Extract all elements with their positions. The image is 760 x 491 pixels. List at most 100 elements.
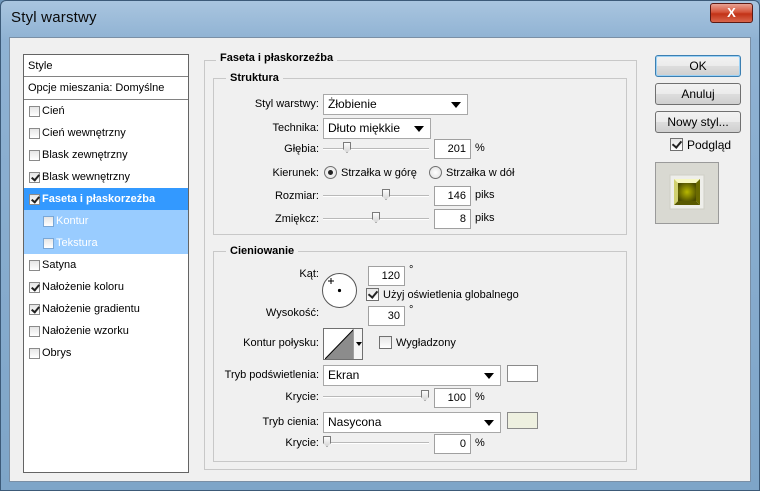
technique-label: Technika: bbox=[272, 122, 319, 134]
close-button[interactable]: X bbox=[710, 3, 753, 23]
list-item-texture[interactable]: Tekstura bbox=[24, 232, 188, 254]
highlight-opacity-slider-thumb[interactable] bbox=[421, 390, 429, 401]
list-item-bevel-emboss[interactable]: Faseta i płaskorzeźba bbox=[24, 188, 188, 210]
chevron-down-icon bbox=[484, 420, 494, 426]
soften-slider-thumb[interactable] bbox=[372, 212, 380, 223]
list-item-satin[interactable]: Satyna bbox=[24, 254, 188, 276]
size-label: Rozmiar: bbox=[274, 190, 319, 202]
shadow-opacity-slider[interactable] bbox=[323, 436, 429, 448]
list-item-contour[interactable]: Kontur bbox=[24, 210, 188, 232]
inner-glow-checkbox[interactable] bbox=[29, 172, 40, 183]
highlight-mode-select[interactable]: Ekran bbox=[323, 365, 501, 386]
bevel-emboss-title: Faseta i płaskorzeźba bbox=[216, 52, 338, 64]
style-select[interactable]: Żłobienie bbox=[323, 94, 468, 115]
gloss-contour-picker[interactable] bbox=[323, 328, 363, 360]
drop-shadow-checkbox[interactable] bbox=[29, 106, 40, 117]
antialias-label[interactable]: Wygładzony bbox=[396, 337, 456, 349]
style-label: Styl warstwy: bbox=[254, 98, 319, 110]
dialog-body: Style Opcje mieszania: Domyślne Cień Cie… bbox=[9, 37, 751, 482]
shadow-color-swatch[interactable] bbox=[507, 412, 538, 429]
highlight-color-swatch[interactable] bbox=[507, 365, 538, 382]
direction-up-radio[interactable] bbox=[324, 166, 337, 179]
contour-checkbox[interactable] bbox=[43, 216, 54, 227]
list-item-pattern-overlay[interactable]: Nałożenie wzorku bbox=[24, 320, 188, 342]
direction-down-radio[interactable] bbox=[429, 166, 442, 179]
angle-input[interactable]: 120 bbox=[368, 266, 405, 286]
highlight-opacity-slider[interactable] bbox=[323, 390, 429, 402]
list-item-stroke[interactable]: Obrys bbox=[24, 342, 188, 364]
direction-label: Kierunek: bbox=[272, 167, 319, 179]
depth-input[interactable]: 201 bbox=[434, 139, 471, 159]
gloss-contour-dropdown[interactable] bbox=[353, 329, 362, 359]
gloss-contour-label: Kontur połysku: bbox=[243, 337, 319, 349]
shadow-mode-label: Tryb cienia: bbox=[262, 416, 319, 428]
preview-label[interactable]: Podgląd bbox=[687, 138, 731, 152]
size-unit: piks bbox=[475, 189, 495, 201]
size-slider[interactable] bbox=[323, 189, 429, 201]
altitude-input[interactable]: 30 bbox=[368, 306, 405, 326]
preview-checkbox[interactable] bbox=[670, 138, 683, 151]
antialias-checkbox[interactable] bbox=[379, 336, 392, 349]
angle-label: Kąt: bbox=[299, 268, 319, 280]
color-overlay-checkbox[interactable] bbox=[29, 282, 40, 293]
blending-options-item[interactable]: Opcje mieszania: Domyślne bbox=[24, 77, 188, 100]
shadow-opacity-unit: % bbox=[475, 437, 485, 449]
global-light-label[interactable]: Użyj oświetlenia globalnego bbox=[383, 289, 519, 301]
soften-slider[interactable] bbox=[323, 212, 429, 224]
global-light-checkbox[interactable] bbox=[366, 288, 379, 301]
direction-down-label[interactable]: Strzałka w dół bbox=[446, 167, 514, 179]
shadow-opacity-input[interactable]: 0 bbox=[434, 434, 471, 454]
pattern-overlay-checkbox[interactable] bbox=[29, 326, 40, 337]
technique-select[interactable]: Dłuto miękkie bbox=[323, 118, 431, 139]
depth-unit: % bbox=[475, 142, 485, 154]
layer-style-dialog: Styl warstwy X Style Opcje mieszania: Do… bbox=[0, 0, 760, 491]
satin-checkbox[interactable] bbox=[29, 260, 40, 271]
outer-glow-checkbox[interactable] bbox=[29, 150, 40, 161]
new-style-button[interactable]: Nowy styl... bbox=[655, 111, 741, 133]
style-preview bbox=[655, 162, 719, 224]
highlight-opacity-input[interactable]: 100 bbox=[434, 388, 471, 408]
soften-input[interactable]: 8 bbox=[434, 209, 471, 229]
size-slider-thumb[interactable] bbox=[382, 189, 390, 200]
cancel-button[interactable]: Anuluj bbox=[655, 83, 741, 105]
chevron-down-icon bbox=[451, 102, 461, 108]
list-item-gradient-overlay[interactable]: Nałożenie gradientu bbox=[24, 298, 188, 320]
structure-title: Struktura bbox=[226, 72, 283, 84]
list-item-inner-shadow[interactable]: Cień wewnętrzny bbox=[24, 122, 188, 144]
size-input[interactable]: 146 bbox=[434, 186, 471, 206]
preview-swatch-icon bbox=[669, 174, 705, 210]
depth-label: Głębia: bbox=[284, 143, 319, 155]
highlight-opacity-unit: % bbox=[475, 391, 485, 403]
ok-button[interactable]: OK bbox=[655, 55, 741, 77]
close-icon: X bbox=[727, 5, 736, 20]
stroke-checkbox[interactable] bbox=[29, 348, 40, 359]
inner-shadow-checkbox[interactable] bbox=[29, 128, 40, 139]
direction-up-label[interactable]: Strzałka w górę bbox=[341, 167, 417, 179]
title-bar[interactable]: Styl warstwy X bbox=[1, 1, 759, 37]
list-item-color-overlay[interactable]: Nałożenie koloru bbox=[24, 276, 188, 298]
chevron-down-icon bbox=[356, 342, 362, 346]
depth-slider[interactable] bbox=[323, 142, 429, 154]
gloss-contour-icon bbox=[325, 329, 354, 359]
shadow-mode-select[interactable]: Nasycona bbox=[323, 412, 501, 433]
window-title: Styl warstwy bbox=[11, 9, 97, 26]
list-item-outer-glow[interactable]: Blask zewnętrzny bbox=[24, 144, 188, 166]
bevel-emboss-checkbox[interactable] bbox=[29, 194, 40, 205]
list-item-drop-shadow[interactable]: Cień bbox=[24, 100, 188, 122]
style-list: Style Opcje mieszania: Domyślne Cień Cie… bbox=[23, 54, 189, 473]
angle-dial-icon[interactable] bbox=[321, 272, 358, 309]
altitude-unit: ° bbox=[409, 304, 414, 316]
shadow-opacity-label: Krycie: bbox=[285, 437, 319, 449]
list-item-inner-glow[interactable]: Blask wewnętrzny bbox=[24, 166, 188, 188]
gradient-overlay-checkbox[interactable] bbox=[29, 304, 40, 315]
soften-label: Zmiękcz: bbox=[275, 213, 319, 225]
altitude-label: Wysokość: bbox=[265, 307, 319, 319]
chevron-down-icon bbox=[484, 373, 494, 379]
highlight-mode-label: Tryb podświetlenia: bbox=[224, 369, 319, 381]
shading-title: Cieniowanie bbox=[226, 245, 299, 257]
shadow-opacity-slider-thumb[interactable] bbox=[323, 436, 331, 447]
depth-slider-thumb[interactable] bbox=[343, 142, 351, 153]
soften-unit: piks bbox=[475, 212, 495, 224]
texture-checkbox[interactable] bbox=[43, 238, 54, 249]
style-list-header[interactable]: Style bbox=[24, 55, 188, 77]
